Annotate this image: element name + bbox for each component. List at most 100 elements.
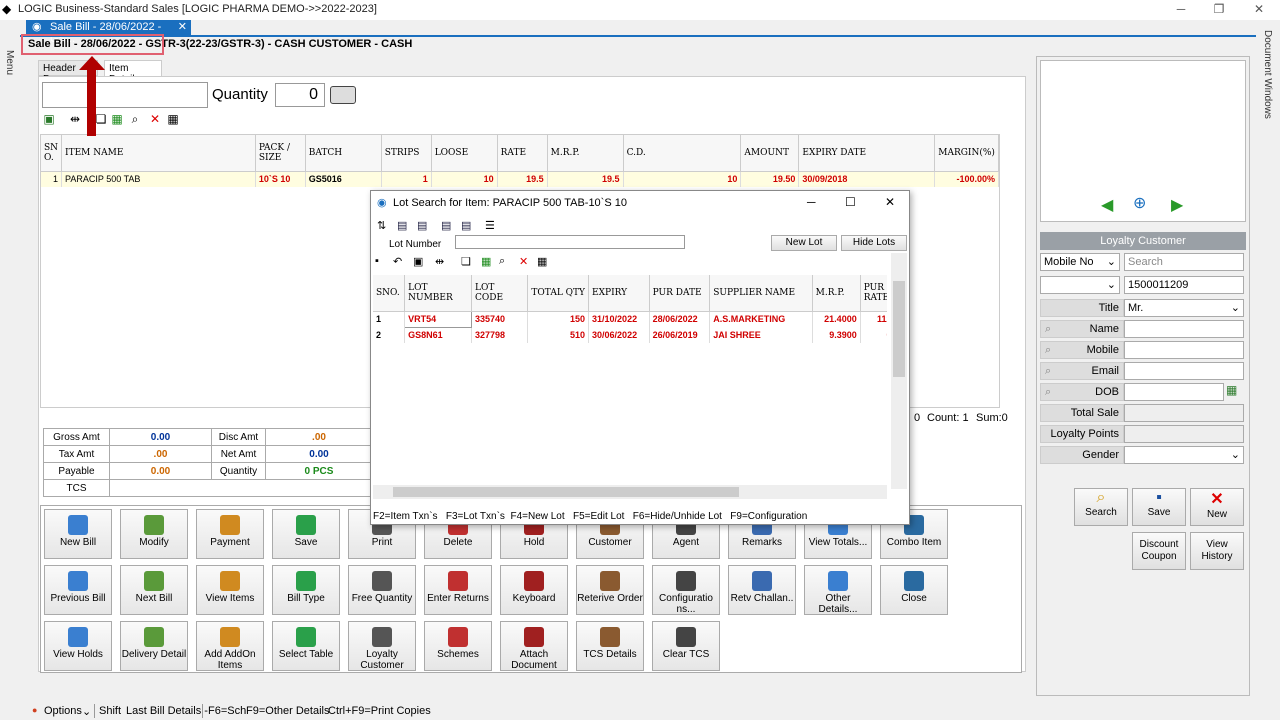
title-select[interactable]: Mr. ⌄ xyxy=(1124,299,1244,317)
name-field[interactable] xyxy=(1124,320,1244,338)
btn-2-0-button[interactable]: View Holds xyxy=(44,621,112,671)
col-mrp[interactable]: M.R.P. xyxy=(812,275,861,312)
new-lot-button[interactable]: New Lot xyxy=(771,235,837,251)
doc-tab-close-icon[interactable]: ✕ xyxy=(178,20,187,33)
btn-1-6-button[interactable]: Keyboard xyxy=(500,565,568,615)
btn-0-3-button[interactable]: Save xyxy=(272,509,340,559)
col-pack-size[interactable]: PACK / SIZE xyxy=(255,135,306,172)
discount-coupon-button[interactable]: Discount Coupon xyxy=(1132,532,1186,570)
menu-sidebar[interactable]: Menu xyxy=(0,20,18,700)
table-row[interactable]: 1 VRT54 335740 150 31/10/2022 28/06/2022… xyxy=(373,310,887,328)
btn-1-9-button[interactable]: Retv Challan.. xyxy=(728,565,796,615)
loyalty-new-button[interactable]: ✕ New xyxy=(1190,488,1244,526)
btn-2-8-button[interactable]: Clear TCS xyxy=(652,621,720,671)
btn-1-5-button[interactable]: Enter Returns xyxy=(424,565,492,615)
h-scrollbar-thumb[interactable] xyxy=(393,487,739,497)
tab-item-details[interactable]: Item Details xyxy=(104,60,162,85)
grid-icon[interactable]: ▦ xyxy=(166,112,180,126)
col-batch[interactable]: BATCH xyxy=(305,135,382,172)
btn-1-10-button[interactable]: Other Details... xyxy=(804,565,872,615)
copy-icon[interactable]: ❏ xyxy=(94,112,108,126)
item-search-input[interactable] xyxy=(42,82,208,108)
delete-icon[interactable]: ✕ xyxy=(519,255,528,268)
scrollbar-thumb[interactable] xyxy=(893,281,905,377)
list-icon[interactable]: ☰ xyxy=(485,219,495,232)
loyalty-search-button[interactable]: ⌕ Search xyxy=(1074,488,1128,526)
mobile-field[interactable] xyxy=(1124,341,1244,359)
btn-0-1-button[interactable]: Modify xyxy=(120,509,188,559)
lot-tool-icon-3[interactable]: ▤ xyxy=(417,219,427,232)
customer-number-field[interactable]: 1500011209 xyxy=(1124,276,1244,294)
minimize-icon[interactable]: ─ xyxy=(1172,2,1190,18)
col-supplier-name[interactable]: SUPPLIER NAME xyxy=(709,275,813,312)
search-icon[interactable]: ⌕ xyxy=(1041,363,1051,379)
last-bill-details[interactable]: Last Bill Details - xyxy=(126,705,208,717)
btn-0-2-button[interactable]: Payment xyxy=(196,509,264,559)
vertical-scrollbar[interactable] xyxy=(891,253,907,489)
col-item-name[interactable]: ITEM NAME xyxy=(61,135,256,172)
close-icon[interactable]: ✕ xyxy=(1250,2,1268,18)
col-lot-number[interactable]: LOT NUMBER xyxy=(404,275,472,312)
undo-icon[interactable]: ↶ xyxy=(393,255,402,268)
next-arrow-icon[interactable]: ▶ xyxy=(1171,195,1183,215)
grid-icon[interactable]: ▦ xyxy=(537,255,547,268)
lot-number-input[interactable] xyxy=(455,235,685,249)
col-expiry-date[interactable]: EXPIRY DATE xyxy=(798,135,936,172)
calendar-icon[interactable]: ▦ xyxy=(1226,383,1237,397)
lot-tool-icon-2[interactable]: ▤ xyxy=(397,219,407,232)
lot-tool-icon-1[interactable]: ⇅ xyxy=(377,219,386,232)
col-loose[interactable]: LOOSE xyxy=(431,135,498,172)
col-expiry[interactable]: EXPIRY xyxy=(588,275,650,312)
btn-2-1-button[interactable]: Delivery Detail xyxy=(120,621,188,671)
dialog-minimize-icon[interactable]: ─ xyxy=(807,195,816,209)
col-sno[interactable]: SNO. xyxy=(373,275,406,312)
btn-1-1-button[interactable]: Next Bill xyxy=(120,565,188,615)
col-margin[interactable]: MARGIN(%) xyxy=(934,135,999,172)
prev-arrow-icon[interactable]: ◀ xyxy=(1101,195,1113,215)
save-icon[interactable]: ▪ xyxy=(375,255,379,267)
find-icon[interactable]: ⌕ xyxy=(499,255,505,268)
refresh-icon[interactable]: ▣ xyxy=(413,255,423,268)
document-windows-sidebar[interactable]: Document Windows xyxy=(1258,20,1280,700)
find-icon[interactable]: ⌕ xyxy=(128,112,142,126)
btn-2-4-button[interactable]: Loyalty Customer xyxy=(348,621,416,671)
dialog-maximize-icon[interactable]: ☐ xyxy=(845,195,856,209)
col-pur-rate[interactable]: PUR RATE xyxy=(860,275,887,312)
keyboard-icon[interactable] xyxy=(330,86,356,104)
col-total-qty[interactable]: TOTAL QTY xyxy=(527,275,590,312)
options-menu[interactable]: Options xyxy=(44,705,82,717)
col-amount[interactable]: AMOUNT xyxy=(740,135,800,172)
horizontal-scrollbar[interactable] xyxy=(373,485,887,499)
search-icon[interactable]: ⌕ xyxy=(1041,321,1051,337)
email-field[interactable] xyxy=(1124,362,1244,380)
col-strips[interactable]: STRIPS xyxy=(381,135,432,172)
secondary-select[interactable]: ⌄ xyxy=(1040,276,1120,294)
delete-row-icon[interactable]: ✕ xyxy=(148,112,162,126)
excel-icon[interactable]: ▦ xyxy=(110,112,124,126)
mobile-no-select[interactable]: Mobile No ⌄ xyxy=(1040,253,1120,271)
dialog-close-icon[interactable]: ✕ xyxy=(885,195,895,209)
lot-tool-icon-5[interactable]: ▤ xyxy=(461,219,471,232)
quantity-input[interactable]: 0 xyxy=(275,83,325,107)
btn-2-5-button[interactable]: Schemes xyxy=(424,621,492,671)
table-row[interactable]: 1 PARACIP 500 TAB 10`S 10 GS5016 1 10 19… xyxy=(41,171,999,187)
btn-2-3-button[interactable]: Select Table xyxy=(272,621,340,671)
col-rate[interactable]: RATE xyxy=(497,135,548,172)
loyalty-save-button[interactable]: ▪ Save xyxy=(1132,488,1186,526)
btn-1-0-button[interactable]: Previous Bill xyxy=(44,565,112,615)
lot-tool-icon-4[interactable]: ▤ xyxy=(441,219,451,232)
btn-1-4-button[interactable]: Free Quantity xyxy=(348,565,416,615)
btn-1-3-button[interactable]: Bill Type xyxy=(272,565,340,615)
btn-1-8-button[interactable]: Configuratio ns... xyxy=(652,565,720,615)
col-mrp[interactable]: M.R.P. xyxy=(547,135,624,172)
col-sno[interactable]: SN O. xyxy=(41,135,63,172)
search-icon[interactable]: ⌕ xyxy=(1041,342,1051,358)
btn-0-0-button[interactable]: New Bill xyxy=(44,509,112,559)
btn-2-2-button[interactable]: Add AddOn Items xyxy=(196,621,264,671)
col-lot-code[interactable]: LOT CODE xyxy=(471,275,529,312)
col-cd[interactable]: C.D. xyxy=(623,135,742,172)
zoom-icon[interactable]: ⊕ xyxy=(1133,193,1146,213)
gender-select[interactable]: ⌄ xyxy=(1124,446,1244,464)
btn-2-7-button[interactable]: TCS Details xyxy=(576,621,644,671)
btn-2-6-button[interactable]: Attach Document xyxy=(500,621,568,671)
